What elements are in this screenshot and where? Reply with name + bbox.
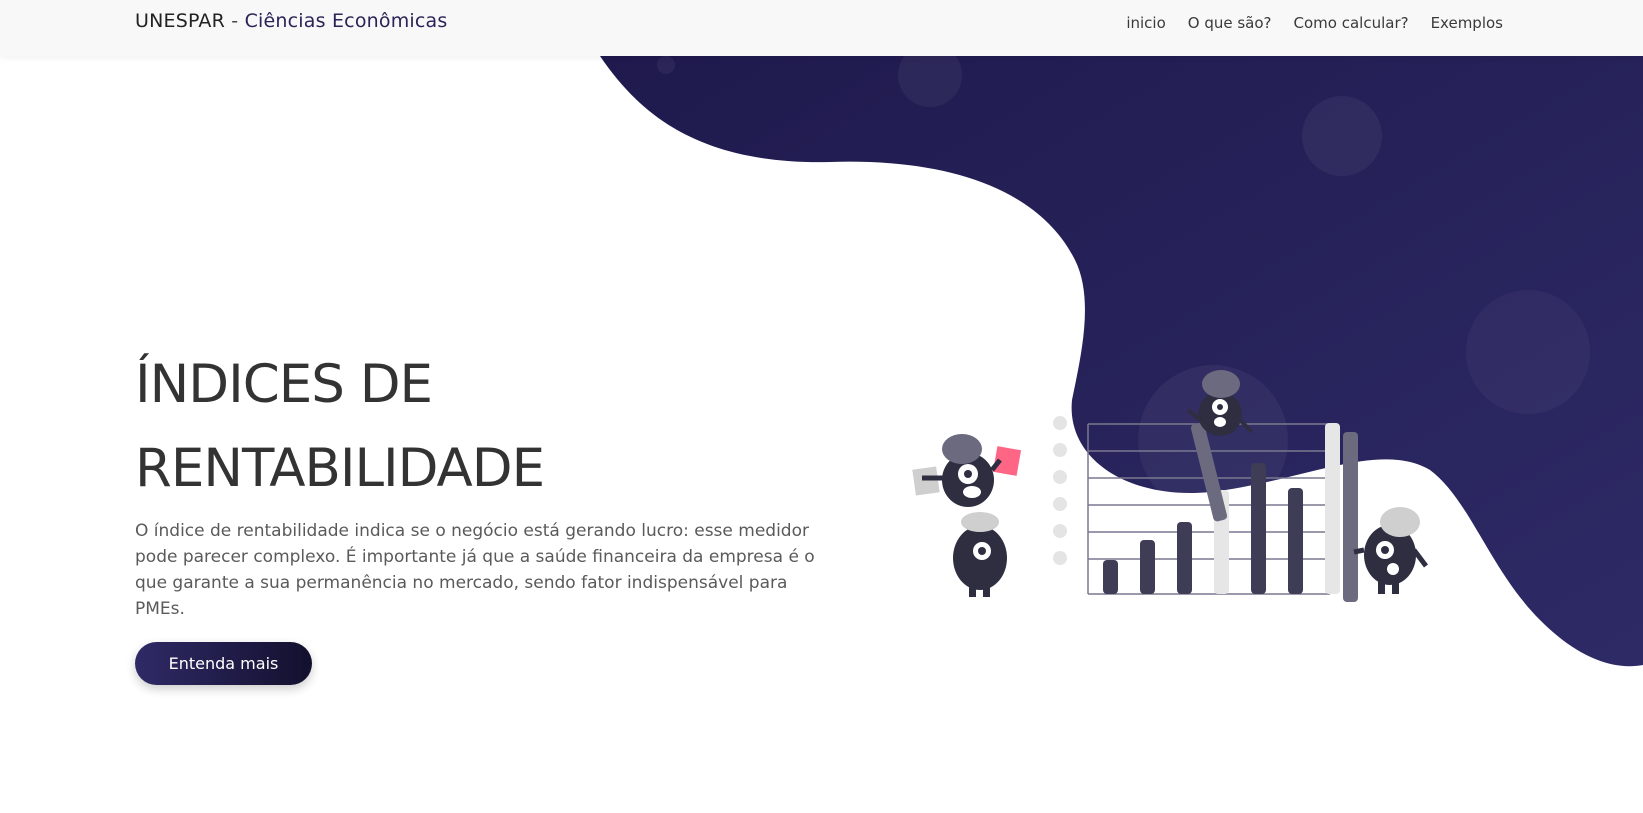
hero-title: ÍNDICES DE RENTABILIDADE [135,343,545,511]
brand-logo[interactable]: UNESPAR - Ciências Econômicas [135,10,447,32]
entenda-mais-button[interactable]: Entenda mais [135,642,312,685]
hero-title-line2: RENTABILIDADE [135,438,545,499]
navbar: UNESPAR - Ciências Econômicas inicio O q… [0,0,1643,56]
hero-title-line1: ÍNDICES DE [135,354,433,415]
brand-separator: - [225,10,245,32]
hero-description: O índice de rentabilidade indica se o ne… [135,521,815,619]
nav-link-como-calcular[interactable]: Como calcular? [1294,14,1409,32]
brand-course: Ciências Econômicas [244,10,448,32]
chart-bars [1103,422,1358,602]
nav-link-exemplos[interactable]: Exemplos [1431,14,1503,32]
nav-link-inicio[interactable]: inicio [1126,14,1165,32]
monsters-bar-chart-illustration [912,370,1428,602]
monster-left-bottom [953,512,1007,597]
brand-org: UNESPAR [135,10,226,32]
dot-column [1053,416,1067,565]
monster-right [1353,507,1428,594]
nav-link-o-que-sao[interactable]: O que são? [1188,14,1272,32]
nav-menu: inicio O que são? Como calcular? Exemplo… [1126,14,1503,32]
monster-left-top [912,434,1022,507]
